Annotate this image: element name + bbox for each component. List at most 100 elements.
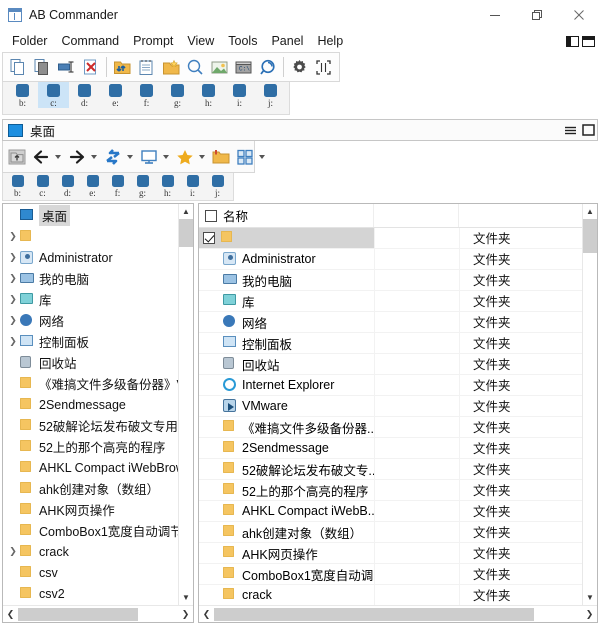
column-header-2[interactable] — [374, 204, 459, 227]
file-scroll-down-arrow[interactable]: ▼ — [583, 590, 597, 605]
file-list[interactable]: 名称 文件夹Administrator文件夹我的电脑文件夹库文件夹网络文件夹控制… — [199, 204, 582, 605]
tree-node[interactable]: 52破解论坛发布破文专用生成 — [3, 415, 178, 436]
drive-button-i[interactable]: i: — [180, 173, 205, 198]
favorites-star-icon[interactable] — [173, 143, 197, 171]
panel-maximize-icon[interactable] — [579, 120, 597, 140]
table-row[interactable]: Internet Explorer文件夹 — [199, 375, 582, 396]
file-name-cell[interactable]: Internet Explorer — [199, 375, 374, 395]
drive-button-d[interactable]: d: — [69, 82, 100, 108]
table-row[interactable]: 52上的那个高亮的程序文件夹 — [199, 480, 582, 501]
file-scroll-thumb[interactable] — [583, 219, 597, 253]
tree-node[interactable]: ❯控制面板 — [3, 331, 178, 352]
image-preview-icon[interactable] — [208, 54, 232, 80]
file-name-cell[interactable]: AHKL Compact iWebB... — [199, 501, 374, 521]
file-name-cell[interactable]: 网络 — [199, 312, 374, 332]
tree-scroll-down-arrow[interactable]: ▼ — [179, 590, 193, 605]
file-scroll-track[interactable] — [583, 219, 597, 590]
open-folder-icon[interactable] — [209, 143, 233, 171]
row-checkbox[interactable] — [203, 232, 215, 244]
tree-scroll-thumb[interactable] — [179, 219, 193, 247]
tree-node[interactable]: ❯ — [3, 226, 178, 247]
tree-node[interactable]: ❯网络 — [3, 310, 178, 331]
column-header-3[interactable] — [459, 204, 582, 227]
table-row[interactable]: 控制面板文件夹 — [199, 333, 582, 354]
favorites-dropdown-caret[interactable] — [199, 155, 205, 159]
menu-item-prompt[interactable]: Prompt — [126, 32, 180, 50]
panel2-path-bar[interactable]: 桌面 — [2, 119, 598, 141]
drive-button-g[interactable]: g: — [130, 173, 155, 198]
file-hscroll-track[interactable] — [214, 608, 582, 621]
tree-node[interactable]: ComboBox1宽度自动调节的 — [3, 520, 178, 541]
table-row[interactable]: crack文件夹 — [199, 585, 582, 605]
drive-button-c[interactable]: c: — [30, 173, 55, 198]
restore-icon[interactable] — [516, 0, 558, 30]
tree-hscroll-thumb[interactable] — [18, 608, 138, 621]
table-row[interactable]: ahk创建对象（数组）文件夹 — [199, 522, 582, 543]
file-scroll-up-arrow[interactable]: ▲ — [583, 204, 597, 219]
file-hscroll-right-arrow[interactable]: ❯ — [582, 609, 597, 620]
drive-button-b[interactable]: b: — [5, 173, 30, 198]
settings-icon[interactable] — [287, 54, 311, 80]
tree-node[interactable]: ❯crack — [3, 541, 178, 562]
menu-item-folder[interactable]: Folder — [5, 32, 54, 50]
menu-item-help[interactable]: Help — [310, 32, 350, 50]
close-icon[interactable] — [558, 0, 600, 30]
tree-vertical-scrollbar[interactable]: ▲ ▼ — [178, 204, 193, 605]
panel-menu-icon[interactable] — [561, 120, 579, 140]
table-row[interactable]: 库文件夹 — [199, 291, 582, 312]
tree-node[interactable]: ❯我的电脑 — [3, 268, 178, 289]
table-row[interactable]: 回收站文件夹 — [199, 354, 582, 375]
back-arrow-icon[interactable] — [29, 143, 53, 171]
tree-hscroll-track[interactable] — [18, 608, 178, 621]
file-list-horizontal-scrollbar[interactable]: ❮ ❯ — [199, 605, 597, 622]
table-row[interactable]: 网络文件夹 — [199, 312, 582, 333]
desktop-icon[interactable] — [137, 143, 161, 171]
drive-button-c[interactable]: c: — [38, 82, 69, 108]
tree-expand-chevron-icon[interactable]: ❯ — [6, 294, 20, 305]
command-prompt-icon[interactable]: C:\ — [232, 54, 256, 80]
tree-node[interactable]: ❯Administrator — [3, 247, 178, 268]
file-name-cell[interactable]: ahk创建对象（数组） — [199, 522, 374, 542]
menu-item-tools[interactable]: Tools — [221, 32, 264, 50]
view-mode-icon[interactable] — [233, 143, 257, 171]
tree-expand-chevron-icon[interactable]: ❯ — [6, 273, 20, 284]
table-row[interactable]: AHKL Compact iWebB...文件夹 — [199, 501, 582, 522]
tree-node[interactable]: 回收站 — [3, 352, 178, 373]
quick-search-icon[interactable] — [256, 54, 280, 80]
file-name-cell[interactable]: 2Sendmessage — [199, 438, 374, 458]
tree-expand-chevron-icon[interactable]: ❯ — [6, 231, 20, 242]
tree-node[interactable]: ❯库 — [3, 289, 178, 310]
copy-icon[interactable] — [6, 54, 30, 80]
find-icon[interactable] — [183, 54, 207, 80]
tree-node[interactable]: ctrl+移动控件 — [3, 604, 178, 605]
rename-icon[interactable] — [55, 54, 79, 80]
menu-item-view[interactable]: View — [180, 32, 221, 50]
minimize-icon[interactable] — [474, 0, 516, 30]
drive-button-e[interactable]: e: — [80, 173, 105, 198]
swap-dropdown-caret[interactable] — [127, 155, 133, 159]
desktop-dropdown-caret[interactable] — [163, 155, 169, 159]
up-folder-icon[interactable] — [5, 143, 29, 171]
file-name-cell[interactable]: VMware — [199, 396, 374, 416]
new-folder-icon[interactable] — [159, 54, 183, 80]
drive-button-e[interactable]: e: — [100, 82, 131, 108]
tree-expand-chevron-icon[interactable]: ❯ — [6, 252, 20, 263]
table-row[interactable]: 我的电脑文件夹 — [199, 270, 582, 291]
table-row[interactable]: 《难搞文件多级备份器...文件夹 — [199, 417, 582, 438]
table-row[interactable]: 文件夹 — [199, 228, 582, 249]
file-name-cell[interactable]: Administrator — [199, 249, 374, 269]
tree-expand-chevron-icon[interactable]: ❯ — [6, 336, 20, 347]
tree-node[interactable]: ahk创建对象（数组） — [3, 478, 178, 499]
tree-expand-chevron-icon[interactable]: ❯ — [6, 546, 20, 557]
file-list-vertical-scrollbar[interactable]: ▲ ▼ — [582, 204, 597, 605]
file-name-cell[interactable]: 《难搞文件多级备份器... — [199, 417, 374, 437]
menu-item-panel[interactable]: Panel — [264, 32, 310, 50]
tree-expand-chevron-icon[interactable]: ❯ — [6, 315, 20, 326]
table-row[interactable]: 2Sendmessage文件夹 — [199, 438, 582, 459]
drive-button-f[interactable]: f: — [131, 82, 162, 108]
tree-scroll-track[interactable] — [179, 219, 193, 590]
file-hscroll-left-arrow[interactable]: ❮ — [199, 609, 214, 620]
file-name-cell[interactable]: 我的电脑 — [199, 270, 374, 290]
file-name-cell[interactable]: crack — [199, 585, 374, 605]
drive-button-g[interactable]: g: — [162, 82, 193, 108]
